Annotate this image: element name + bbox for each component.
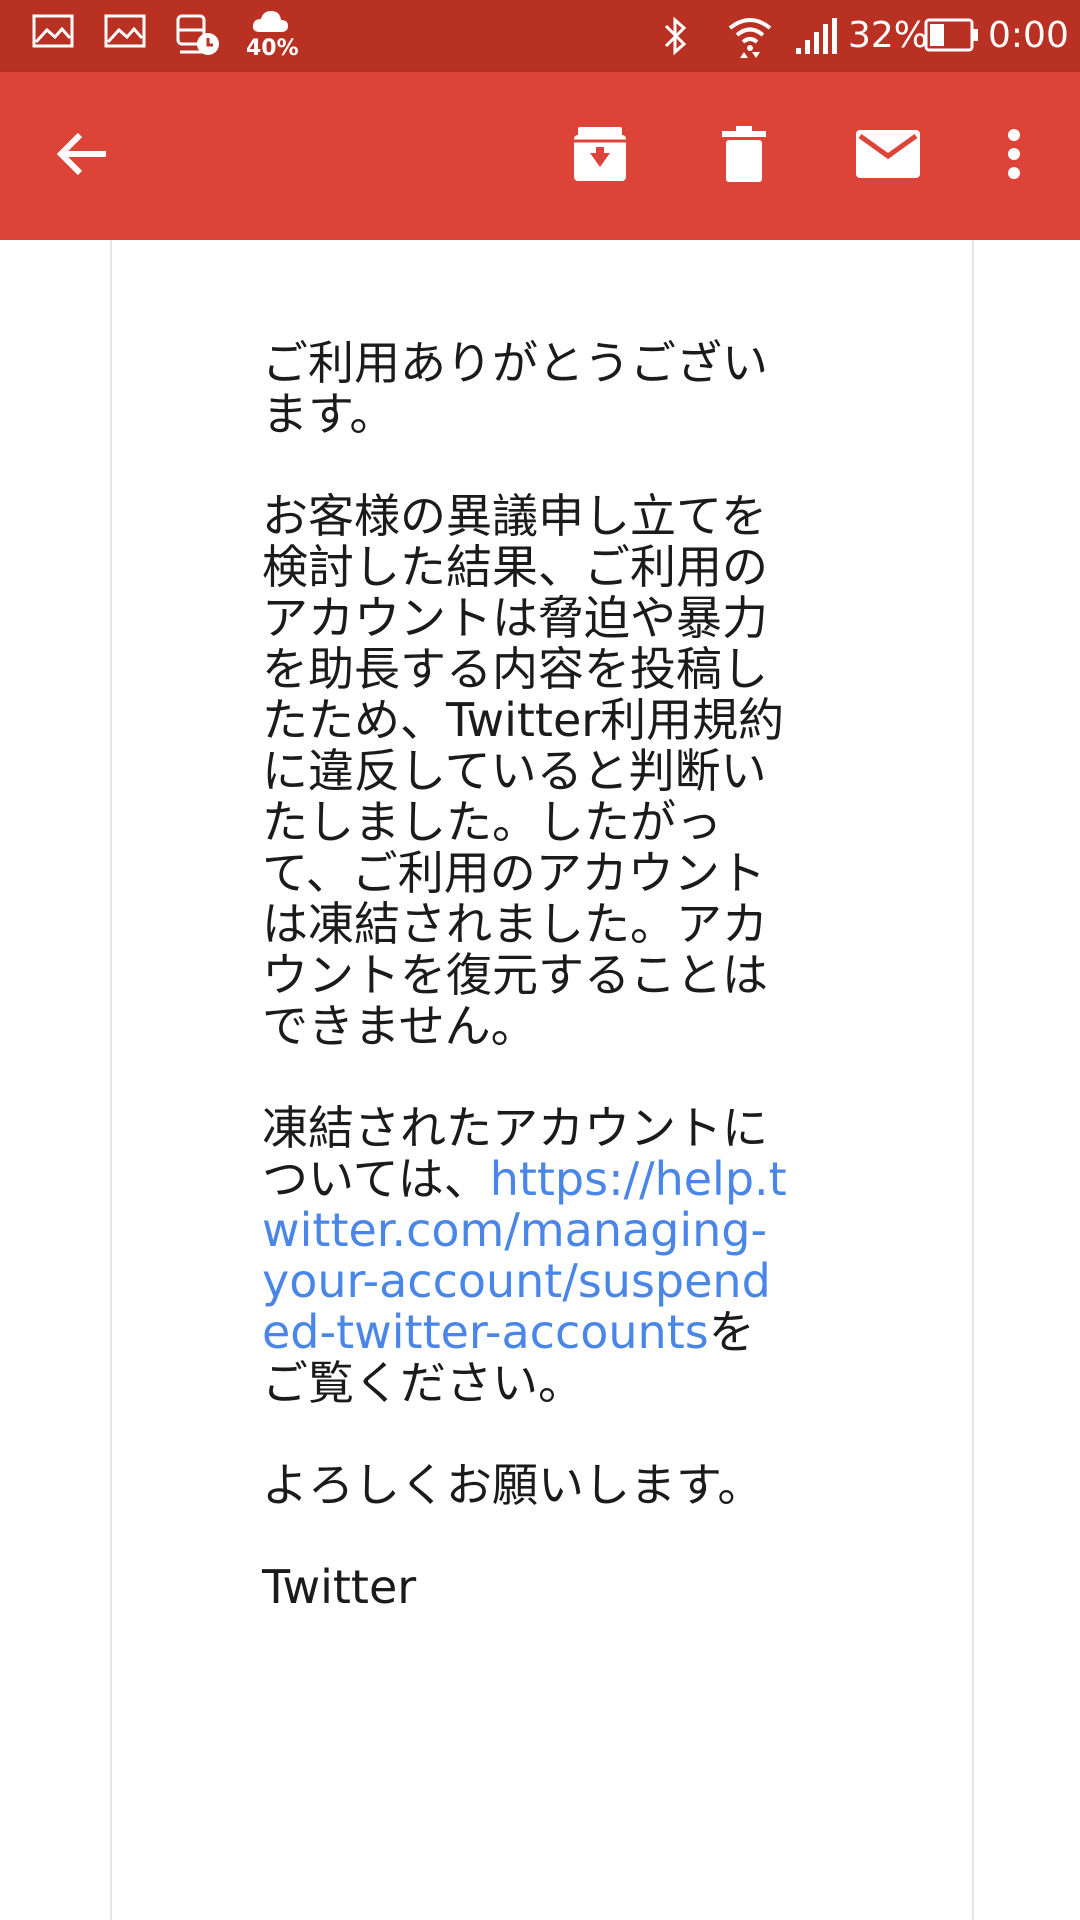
archive-icon <box>572 125 628 187</box>
image-icon <box>104 14 146 52</box>
archive-button[interactable] <box>558 114 642 198</box>
info-paragraph: 凍結されたアカウントについては、https://help.twitter.com… <box>262 1103 792 1409</box>
more-vert-icon <box>1007 129 1021 183</box>
closing-text: よろしくお願いします。 <box>262 1458 764 1512</box>
train-clock-icon <box>174 12 222 62</box>
image-icon <box>32 14 74 52</box>
arrow-back-icon <box>56 131 108 181</box>
battery-icon <box>924 18 980 56</box>
back-button[interactable] <box>40 114 124 198</box>
more-options-button[interactable] <box>972 114 1056 198</box>
status-bar: 40% 32% 0:00 <box>0 0 1080 72</box>
mail-icon <box>856 130 920 182</box>
bluetooth-icon <box>662 16 690 60</box>
delete-icon <box>722 126 766 186</box>
app-toolbar <box>0 72 1080 240</box>
clock: 0:00 <box>988 15 1069 56</box>
body-paragraph: お客様の異議申し立てを検討した結果、ご利用のアカウントは脅迫や暴力を助長する内容… <box>262 489 785 1053</box>
signature-text: Twitter <box>262 1560 417 1614</box>
battery-percent: 32% <box>848 15 929 56</box>
signal-icon <box>796 18 838 58</box>
weather-percent: 40% <box>246 36 299 61</box>
wifi-icon <box>726 14 774 62</box>
delete-button[interactable] <box>702 114 786 198</box>
mark-unread-button[interactable] <box>846 114 930 198</box>
greeting-text: ご利用ありがとうございます。 <box>262 336 768 441</box>
email-body: ご利用ありがとうございます。 お客様の異議申し立てを検討した結果、ご利用のアカウ… <box>262 338 792 1613</box>
